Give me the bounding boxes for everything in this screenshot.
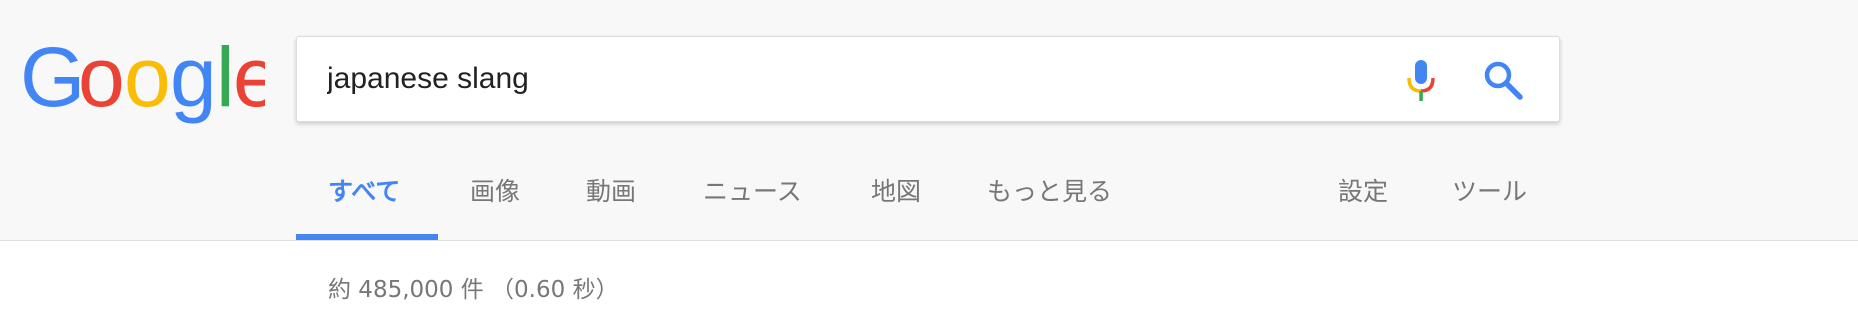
logo-letter-e: e [233,42,265,124]
logo-letter-o2: o [124,42,171,124]
google-logo-mark: G o o g l e [20,42,265,124]
tab-more[interactable]: もっと見る [987,172,1112,208]
tab-all[interactable]: すべて [328,172,400,208]
logo-letter-l: l [216,42,235,124]
microphone-icon[interactable] [1404,58,1438,104]
active-tab-indicator [296,234,438,240]
tab-news[interactable]: ニュース [703,172,802,208]
tools-link[interactable]: ツール [1452,172,1527,208]
tab-maps[interactable]: 地図 [871,172,921,208]
result-stats: 約 485,000 件 （0.60 秒） [328,277,619,303]
logo-letter-g2: g [170,42,217,124]
search-header: G o o g l e すべて 画像 動画 [0,0,1858,241]
settings-link[interactable]: 設定 [1338,172,1388,208]
google-logo-letters: G o o g l e [20,42,265,124]
search-box [296,36,1560,122]
tab-images[interactable]: 画像 [470,172,520,208]
search-icon[interactable] [1482,59,1524,101]
logo-letter-g: G [20,42,85,124]
search-input[interactable] [327,57,1377,101]
logo-letter-o1: o [78,42,125,124]
tab-videos[interactable]: 動画 [586,172,636,208]
google-logo[interactable]: G o o g l e [20,42,265,132]
